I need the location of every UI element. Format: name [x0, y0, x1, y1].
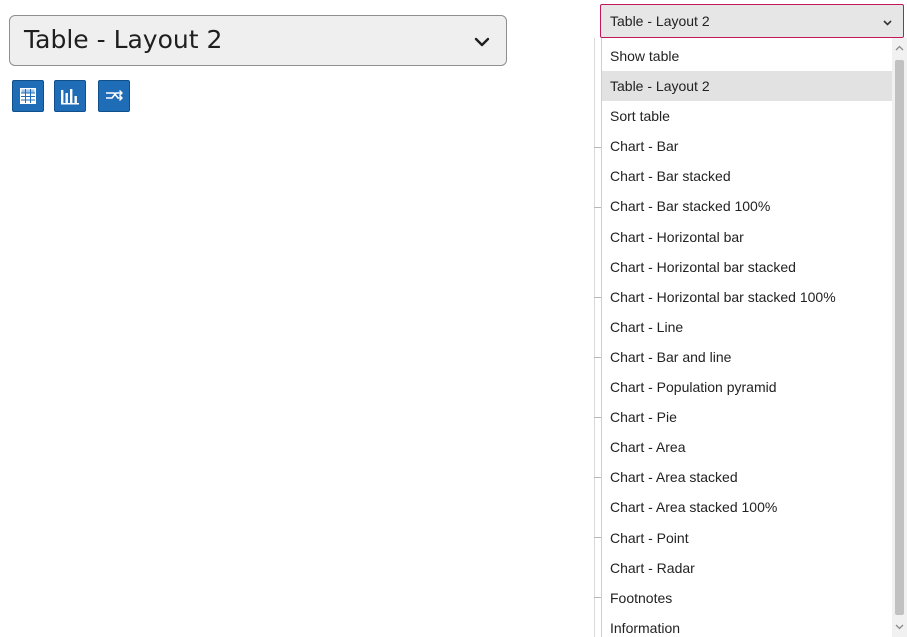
dropdown-option[interactable]: Chart - Area [602, 432, 892, 462]
chevron-down-icon [474, 37, 490, 47]
dropdown-option[interactable]: Chart - Area stacked 100% [602, 492, 892, 522]
chart-view-button[interactable] [54, 80, 86, 112]
scroll-down-arrow-icon[interactable] [895, 622, 904, 631]
table-icon [20, 88, 36, 104]
background-tick [594, 297, 601, 298]
scrollbar-thumb[interactable] [895, 60, 904, 615]
presentation-select-focused-value: Table - Layout 2 [610, 13, 710, 29]
dropdown-option[interactable]: Chart - Area stacked [602, 462, 892, 492]
background-tick [594, 357, 601, 358]
background-tick [594, 597, 601, 598]
dropdown-option[interactable]: Chart - Radar [602, 553, 892, 583]
dropdown-option[interactable]: Chart - Bar stacked 100% [602, 191, 892, 221]
dropdown-options: Show table Table - Layout 2 Sort table Char… [602, 41, 892, 637]
dropdown-option[interactable]: Footnotes [602, 583, 892, 613]
dropdown-option[interactable]: Chart - Point [602, 523, 892, 553]
dropdown-option[interactable]: Chart - Bar [602, 131, 892, 161]
background-tick [594, 207, 601, 208]
dropdown-option[interactable]: Table - Layout 2 [602, 71, 892, 102]
dropdown-option[interactable]: Chart - Horizontal bar stacked 100% [602, 282, 892, 312]
background-tick [594, 147, 601, 148]
dropdown-option[interactable]: Chart - Line [602, 312, 892, 342]
scroll-up-arrow-icon[interactable] [895, 44, 904, 53]
dropdown-option[interactable]: Chart - Population pyramid [602, 372, 892, 402]
page: Table - Layout 2 Table - Layout 2 Show t… [0, 0, 907, 637]
chevron-down-icon [883, 20, 892, 26]
dropdown-option[interactable]: Sort table [602, 101, 892, 131]
pivot-button[interactable] [98, 80, 130, 112]
dropdown-option[interactable]: Information [602, 613, 892, 637]
dropdown-option[interactable]: Chart - Bar and line [602, 342, 892, 372]
dropdown-option[interactable]: Show table [602, 41, 892, 71]
table-view-button[interactable] [12, 80, 44, 112]
bar-chart-icon [61, 89, 79, 105]
background-tick [594, 477, 601, 478]
background-tick [594, 417, 601, 418]
pivot-icon [106, 90, 123, 101]
dropdown-option[interactable]: Chart - Pie [602, 402, 892, 432]
presentation-select-focused[interactable]: Table - Layout 2 [600, 4, 904, 38]
dropdown-list: Show table Table - Layout 2 Sort table Char… [601, 38, 907, 637]
background-tick [594, 537, 601, 538]
dropdown-option[interactable]: Chart - Bar stacked [602, 161, 892, 191]
background-divider [594, 38, 595, 637]
dropdown-option[interactable]: Chart - Horizontal bar [602, 222, 892, 252]
presentation-select-value: Table - Layout 2 [24, 25, 223, 54]
dropdown-option[interactable]: Chart - Horizontal bar stacked [602, 252, 892, 282]
dropdown-scrollbar[interactable] [892, 38, 907, 637]
presentation-select[interactable]: Table - Layout 2 [9, 15, 507, 66]
